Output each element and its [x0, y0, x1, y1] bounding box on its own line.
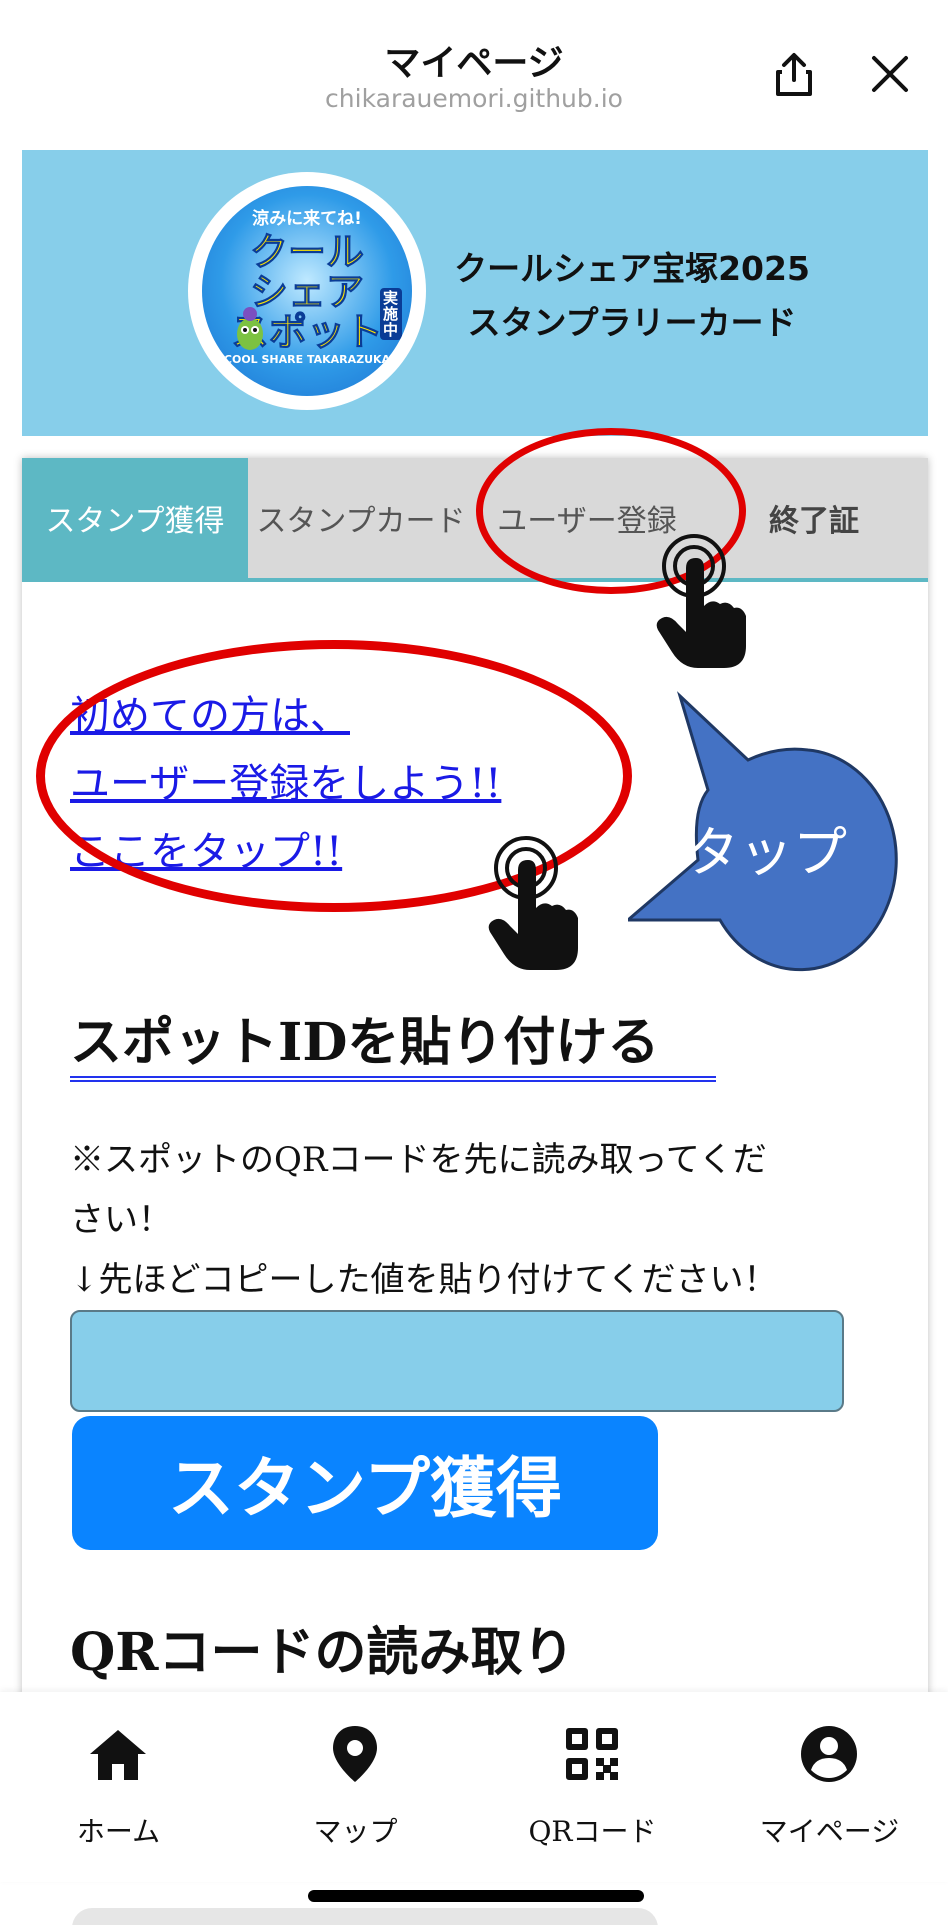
- cool-share-logo: 涼みに来てね! クール シェア スポット 実施中 COOL SHARE TAKA…: [188, 172, 426, 410]
- nav-my-page-label: マイページ: [759, 1815, 900, 1848]
- close-icon[interactable]: [866, 50, 914, 98]
- partially-visible-button: [72, 1908, 658, 1925]
- qr-reading-heading: QRコードの読み取り: [70, 1622, 575, 1683]
- banner-title: クールシェア宝塚2025 スタンプラリーカード: [422, 242, 842, 350]
- instruction-line1: ※スポットのQRコードを先に読み取ってくだ: [70, 1140, 767, 1180]
- mascot-icon: [237, 307, 263, 350]
- banner-title-line2: スタンプラリーカード: [467, 303, 797, 342]
- get-stamp-button[interactable]: スタンプ獲得: [72, 1416, 658, 1550]
- nav-qr-code[interactable]: QRコード: [474, 1692, 711, 1882]
- header-banner: 涼みに来てね! クール シェア スポット 実施中 COOL SHARE TAKA…: [22, 150, 928, 436]
- logo-side-text: 実施中: [380, 288, 402, 340]
- logo-bottom-text: COOL SHARE TAKARAZUKA: [223, 353, 391, 366]
- instruction-line2: さい！: [70, 1200, 172, 1240]
- app-bar: マイページ chikarauemori.github.io: [0, 0, 948, 140]
- nav-home[interactable]: ホーム: [0, 1692, 237, 1882]
- account-icon: [801, 1726, 857, 1782]
- map-pin-icon: [333, 1726, 377, 1782]
- home-indicator[interactable]: [308, 1890, 644, 1902]
- content-card: スタンプ獲得 スタンプカード ユーザー登録 終了証: [22, 458, 928, 1758]
- qr-code-icon: [566, 1728, 618, 1780]
- nav-map-label: マップ: [313, 1815, 398, 1848]
- tab-stamp-card[interactable]: スタンプカード: [248, 458, 474, 578]
- bottom-navigation: ホーム マップ QRコード マイページ: [0, 1692, 948, 1882]
- heading-underline: [70, 1076, 716, 1082]
- share-icon[interactable]: [770, 50, 818, 98]
- tab-bar: スタンプ獲得 スタンプカード ユーザー登録 終了証: [22, 458, 928, 582]
- pointing-hand-icon: [488, 836, 578, 970]
- nav-my-page[interactable]: マイページ: [711, 1692, 948, 1882]
- instruction-line3: ↓先ほどコピーした値を貼り付けてください！: [70, 1260, 778, 1300]
- nav-map[interactable]: マップ: [237, 1692, 474, 1882]
- tab-stamp-acquire[interactable]: スタンプ獲得: [22, 458, 248, 578]
- spot-id-input[interactable]: [70, 1310, 844, 1412]
- logo-emblem: 涼みに来てね! クール シェア スポット 実施中 COOL SHARE TAKA…: [202, 186, 412, 396]
- spot-id-heading: スポットIDを貼り付ける: [70, 1012, 660, 1073]
- logo-top-text: 涼みに来てね!: [252, 209, 362, 229]
- nav-qr-code-label: QRコード: [528, 1815, 657, 1848]
- instruction-text: ※スポットのQRコードを先に読み取ってくだ さい！ ↓先ほどコピーした値を貼り付…: [70, 1130, 870, 1310]
- nav-home-label: ホーム: [76, 1815, 161, 1848]
- pointing-hand-icon: [656, 534, 746, 668]
- banner-title-line1: クールシェア宝塚2025: [454, 249, 810, 288]
- home-icon: [90, 1730, 146, 1780]
- tap-callout-text: タップ: [685, 821, 847, 884]
